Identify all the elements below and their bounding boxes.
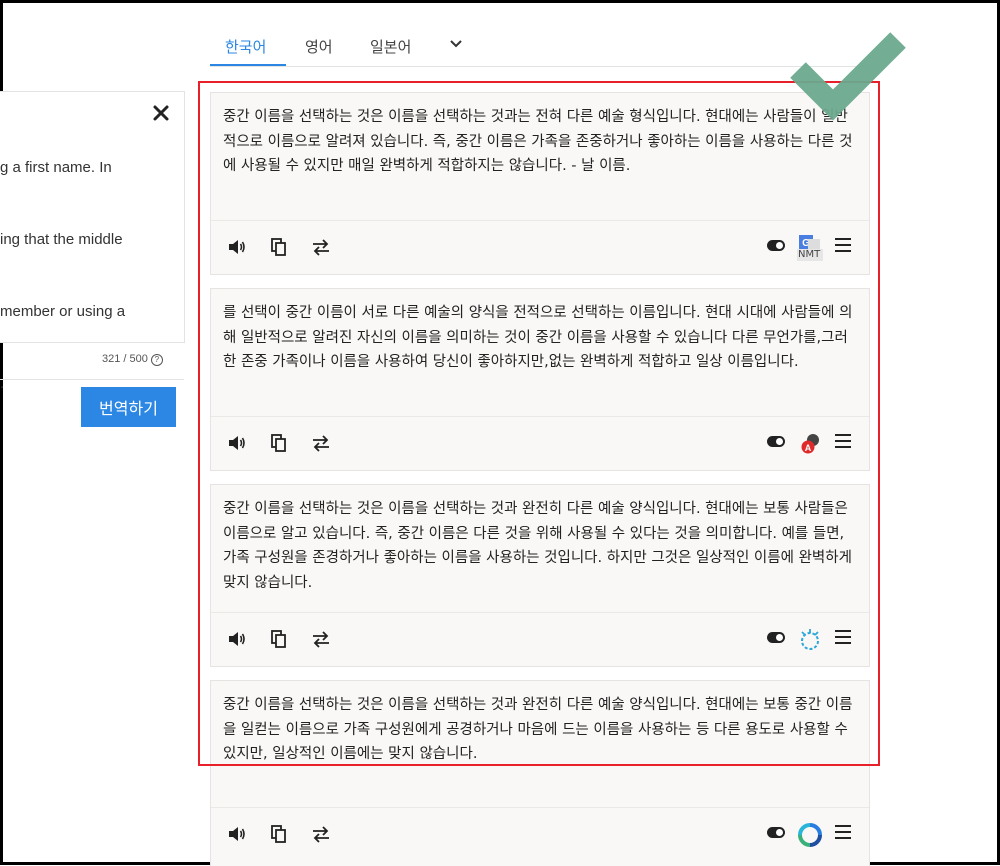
speaker-icon [229, 240, 245, 254]
char-count: 321 / 500? [102, 353, 163, 366]
speaker-button[interactable] [226, 432, 248, 454]
speaker-icon [229, 436, 245, 450]
tab-english[interactable]: 영어 [305, 36, 333, 57]
swap-button[interactable] [310, 823, 332, 845]
menu-icon[interactable] [835, 238, 851, 252]
toggle-switch[interactable] [767, 632, 785, 643]
source-line: g a first name. In [0, 159, 112, 176]
result-card-1: 중간 이름을 선택하는 것은 이름을 선택하는 것과는 전혀 다른 예술 형식입… [210, 92, 870, 275]
ring-engine-icon [796, 821, 824, 849]
result-toolbar: A [211, 416, 869, 469]
toggle-switch[interactable] [767, 827, 785, 838]
menu-icon[interactable] [835, 630, 851, 644]
swap-arrows-icon [313, 435, 329, 452]
result-card-4: 중간 이름을 선택하는 것은 이름을 선택하는 것과 완전히 다른 예술 양식입… [210, 680, 870, 866]
result-card-3: 중간 이름을 선택하는 것은 이름을 선택하는 것과 완전히 다른 예술 양식입… [210, 484, 870, 667]
ai-translate-icon: A [796, 430, 824, 458]
speaker-button[interactable] [226, 236, 248, 258]
chevron-down-icon[interactable] [448, 36, 464, 52]
copy-button[interactable] [268, 236, 290, 258]
swap-arrows-icon [313, 826, 329, 843]
swap-arrows-icon [313, 631, 329, 648]
copy-icon [271, 630, 286, 648]
source-line: ing that the middle [0, 231, 123, 248]
active-tab-indicator [210, 64, 286, 66]
copy-button[interactable] [268, 823, 290, 845]
language-tabs: 한국어 영어 일본어 [210, 28, 870, 67]
tab-japanese[interactable]: 일본어 [370, 36, 411, 57]
speaker-icon [229, 827, 245, 841]
copy-icon [271, 825, 286, 843]
swap-arrows-icon [313, 239, 329, 256]
svg-text:A: A [805, 443, 812, 453]
speaker-button[interactable] [226, 823, 248, 845]
speaker-icon [229, 632, 245, 646]
copy-icon [271, 434, 286, 452]
toggle-switch[interactable] [767, 436, 785, 447]
menu-icon[interactable] [835, 434, 851, 448]
copy-button[interactable] [268, 628, 290, 650]
speaker-button[interactable] [226, 628, 248, 650]
source-line: . [0, 375, 5, 392]
clear-text-button[interactable] [152, 104, 172, 124]
result-toolbar [211, 612, 869, 665]
result-card-2: 를 선택이 중간 이름이 서로 다른 예술의 양식을 전적으로 선택하는 이름입… [210, 288, 870, 471]
swap-button[interactable] [310, 236, 332, 258]
swap-button[interactable] [310, 432, 332, 454]
watson-icon [796, 626, 824, 654]
source-panel: g a first name. In ing that the middle m… [0, 91, 185, 427]
google-nmt-icon: G NMT [796, 234, 824, 262]
swap-button[interactable] [310, 628, 332, 650]
result-toolbar: G NMT [211, 220, 869, 273]
result-text[interactable]: 를 선택이 중간 이름이 서로 다른 예술의 양식을 전적으로 선택하는 이름입… [223, 301, 859, 375]
result-text[interactable]: 중간 이름을 선택하는 것은 이름을 선택하는 것과는 전혀 다른 예술 형식입… [223, 105, 859, 179]
result-text[interactable]: 중간 이름을 선택하는 것은 이름을 선택하는 것과 완전히 다른 예술 양식입… [223, 693, 859, 767]
engine-label: NMT [798, 249, 821, 260]
source-line: member or using a [0, 303, 126, 320]
char-count-text: 321 / 500 [102, 353, 148, 365]
menu-icon[interactable] [835, 825, 851, 839]
result-toolbar [211, 807, 869, 860]
help-icon[interactable]: ? [150, 354, 163, 366]
divider [0, 379, 184, 380]
copy-button[interactable] [268, 432, 290, 454]
close-icon [153, 105, 169, 121]
translate-button[interactable]: 번역하기 [81, 387, 176, 427]
toggle-switch[interactable] [767, 240, 785, 251]
copy-icon [271, 238, 286, 256]
tab-korean[interactable]: 한국어 [225, 36, 266, 57]
result-text[interactable]: 중간 이름을 선택하는 것은 이름을 선택하는 것과 완전히 다른 예술 양식입… [223, 497, 859, 595]
